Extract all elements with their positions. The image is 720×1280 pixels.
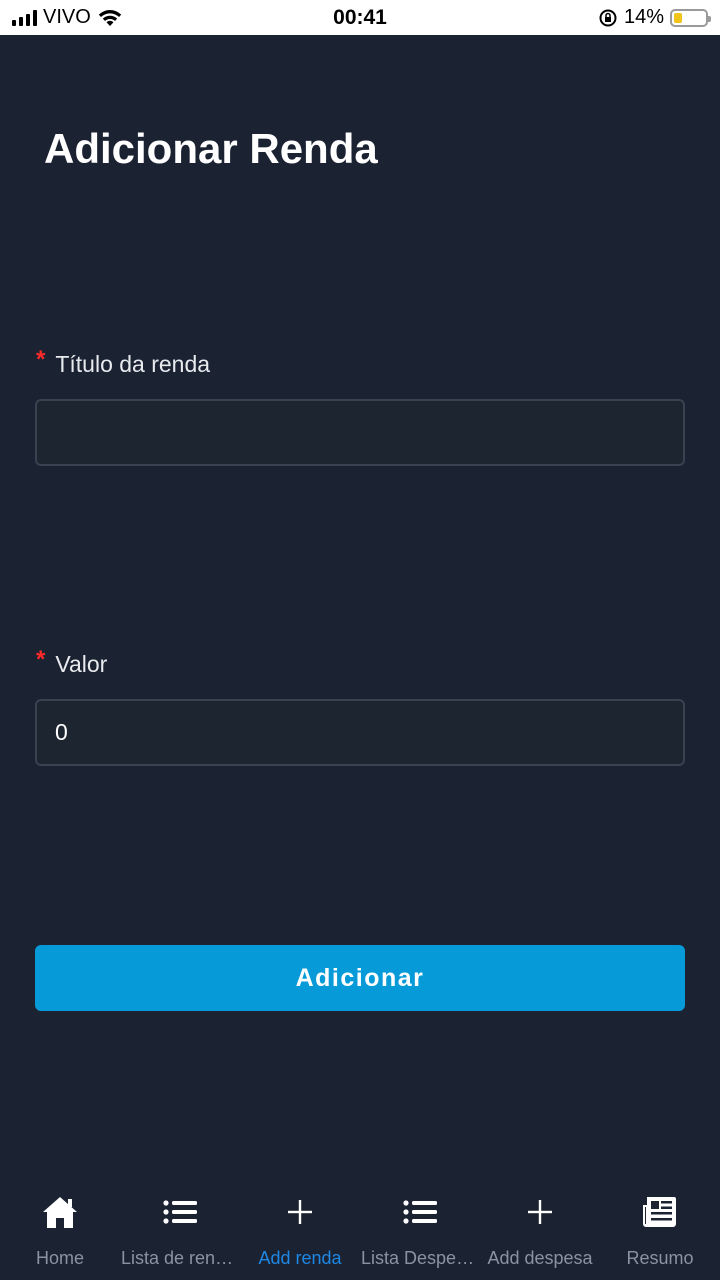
app-screen: VIVO 00:41 14% Adicionar Renda * Título …: [0, 0, 720, 1280]
tab-summary[interactable]: Resumo: [600, 1180, 720, 1280]
title-field-label: * Título da renda: [36, 346, 211, 378]
battery-percent: 14%: [623, 6, 664, 28]
tab-expense-list[interactable]: Lista Despesas: [360, 1180, 480, 1280]
tab-add-expense[interactable]: Add despesa: [480, 1180, 600, 1280]
newspaper-icon: [643, 1197, 676, 1227]
wifi-icon: [98, 9, 121, 26]
status-right: 14%: [598, 6, 711, 29]
tab-home-label: Home: [35, 1248, 84, 1268]
required-mark: *: [36, 646, 46, 673]
title-label-text: Título da renda: [55, 350, 211, 377]
battery-icon: [670, 8, 711, 27]
tab-add-expense-label: Add despesa: [487, 1248, 593, 1268]
plus-icon: [528, 1200, 552, 1224]
plus-icon: [288, 1200, 312, 1224]
status-bar: VIVO 00:41 14%: [0, 0, 720, 35]
tab-summary-label: Resumo: [626, 1248, 694, 1268]
rotation-lock-icon: [599, 9, 617, 26]
value-field-label: * Valor: [36, 646, 108, 678]
tab-home[interactable]: Home: [0, 1180, 120, 1280]
income-value-input[interactable]: [35, 699, 685, 766]
tab-income-list[interactable]: Lista de rendas: [120, 1180, 240, 1280]
home-icon: [43, 1197, 77, 1228]
bottom-nav: Home Lista de rendas Add renda Lista Des…: [0, 1180, 720, 1280]
status-left: VIVO: [12, 6, 123, 29]
value-label-text: Valor: [55, 650, 108, 677]
page-title: Adicionar Renda: [44, 125, 378, 172]
tab-expense-list-label: Lista Despesas: [361, 1248, 479, 1268]
required-mark: *: [36, 346, 46, 373]
add-button[interactable]: Adicionar: [35, 945, 685, 1011]
carrier-name: VIVO: [43, 6, 91, 28]
list-icon: [403, 1200, 437, 1224]
tab-add-income-label: Add renda: [258, 1248, 342, 1268]
income-title-input[interactable]: [35, 399, 685, 466]
tab-income-list-label: Lista de rendas: [121, 1248, 239, 1268]
tab-add-income[interactable]: Add renda: [240, 1180, 360, 1280]
list-icon: [163, 1200, 197, 1224]
signal-icon: [12, 9, 37, 26]
